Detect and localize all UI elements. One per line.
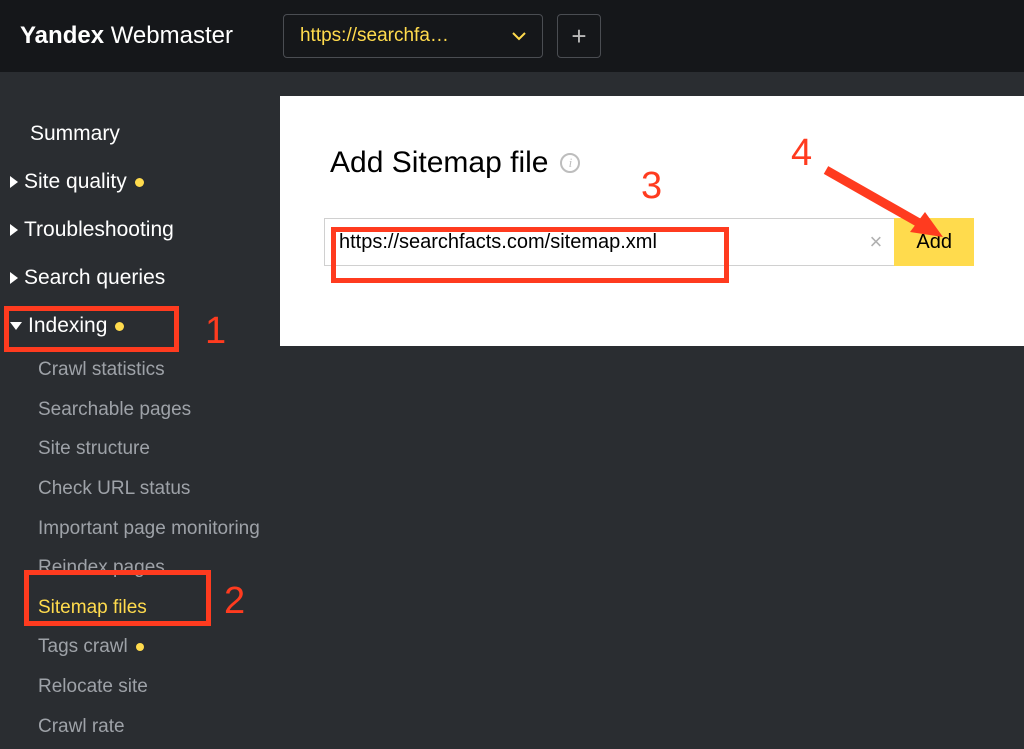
app-header: Yandex Webmaster https://searchfa… + (0, 0, 1024, 72)
status-dot-icon (115, 322, 124, 331)
add-button-label: Add (916, 231, 952, 253)
add-sitemap-panel: Add Sitemap file i × Add (280, 96, 1024, 346)
status-dot-icon (135, 178, 144, 187)
panel-title-text: Add Sitemap file (330, 146, 548, 180)
sidebar-item-label: Troubleshooting (24, 218, 174, 242)
sidebar-sub-crawl-rate[interactable]: Crawl rate (0, 707, 280, 747)
caret-down-icon (10, 322, 22, 330)
add-site-button[interactable]: + (557, 14, 601, 58)
sidebar-sub-sitemap-files[interactable]: Sitemap files (0, 588, 280, 628)
clear-icon[interactable]: × (870, 231, 883, 253)
site-selector-value: https://searchfa… (300, 25, 449, 47)
sidebar-sub-label: Relocate site (38, 674, 148, 700)
caret-right-icon (10, 224, 18, 236)
sidebar-sub-tags-crawl[interactable]: Tags crawl (0, 627, 280, 667)
sidebar-item-label: Indexing (28, 314, 107, 338)
sidebar-sub-reindex-pages[interactable]: Reindex pages (0, 548, 280, 588)
sidebar-item-label: Summary (30, 122, 120, 146)
sidebar-sub-label: Tags crawl (38, 634, 128, 660)
sitemap-input-row: × Add (324, 218, 974, 266)
main-content: Add Sitemap file i × Add (280, 72, 1024, 749)
sidebar-sub-label: Reindex pages (38, 555, 165, 581)
sidebar-item-label: Search queries (24, 266, 165, 290)
info-icon[interactable]: i (560, 153, 580, 173)
site-selector[interactable]: https://searchfa… (283, 14, 543, 58)
chevron-down-icon (512, 28, 526, 44)
sitemap-url-input[interactable] (324, 218, 894, 266)
plus-icon: + (571, 21, 586, 52)
sidebar-item-search-queries[interactable]: Search queries (0, 254, 280, 302)
caret-right-icon (10, 176, 18, 188)
add-button[interactable]: Add (894, 218, 974, 266)
sidebar-sub-important-page-monitoring[interactable]: Important page monitoring (0, 509, 280, 549)
sidebar-sub-label: Important page monitoring (38, 516, 260, 542)
sidebar-sub-label: Crawl statistics (38, 357, 165, 383)
sidebar-sub-site-structure[interactable]: Site structure (0, 429, 280, 469)
logo-bold: Yandex (20, 22, 104, 49)
sidebar-item-site-quality[interactable]: Site quality (0, 158, 280, 206)
sidebar-sub-label: Sitemap files (38, 595, 147, 621)
sidebar-sub-check-url-status[interactable]: Check URL status (0, 469, 280, 509)
sidebar-sub-relocate-site[interactable]: Relocate site (0, 667, 280, 707)
sidebar-sub-crawl-statistics[interactable]: Crawl statistics (0, 350, 280, 390)
sidebar-item-summary[interactable]: Summary (0, 110, 280, 158)
status-dot-icon (136, 643, 144, 651)
sidebar-item-indexing[interactable]: Indexing (0, 302, 280, 350)
logo-light: Webmaster (104, 22, 233, 49)
sidebar-sub-label: Crawl rate (38, 714, 125, 740)
sidebar-sub-label: Searchable pages (38, 397, 191, 423)
app-logo: Yandex Webmaster (20, 22, 233, 50)
input-wrap: × (324, 218, 894, 266)
sidebar-sub-searchable-pages[interactable]: Searchable pages (0, 390, 280, 430)
sidebar-item-troubleshooting[interactable]: Troubleshooting (0, 206, 280, 254)
sidebar-item-label: Site quality (24, 170, 127, 194)
sidebar-sub-label: Site structure (38, 436, 150, 462)
caret-right-icon (10, 272, 18, 284)
panel-title: Add Sitemap file i (330, 146, 974, 180)
sidebar: Summary Site quality Troubleshooting Sea… (0, 72, 280, 749)
sidebar-sub-label: Check URL status (38, 476, 190, 502)
